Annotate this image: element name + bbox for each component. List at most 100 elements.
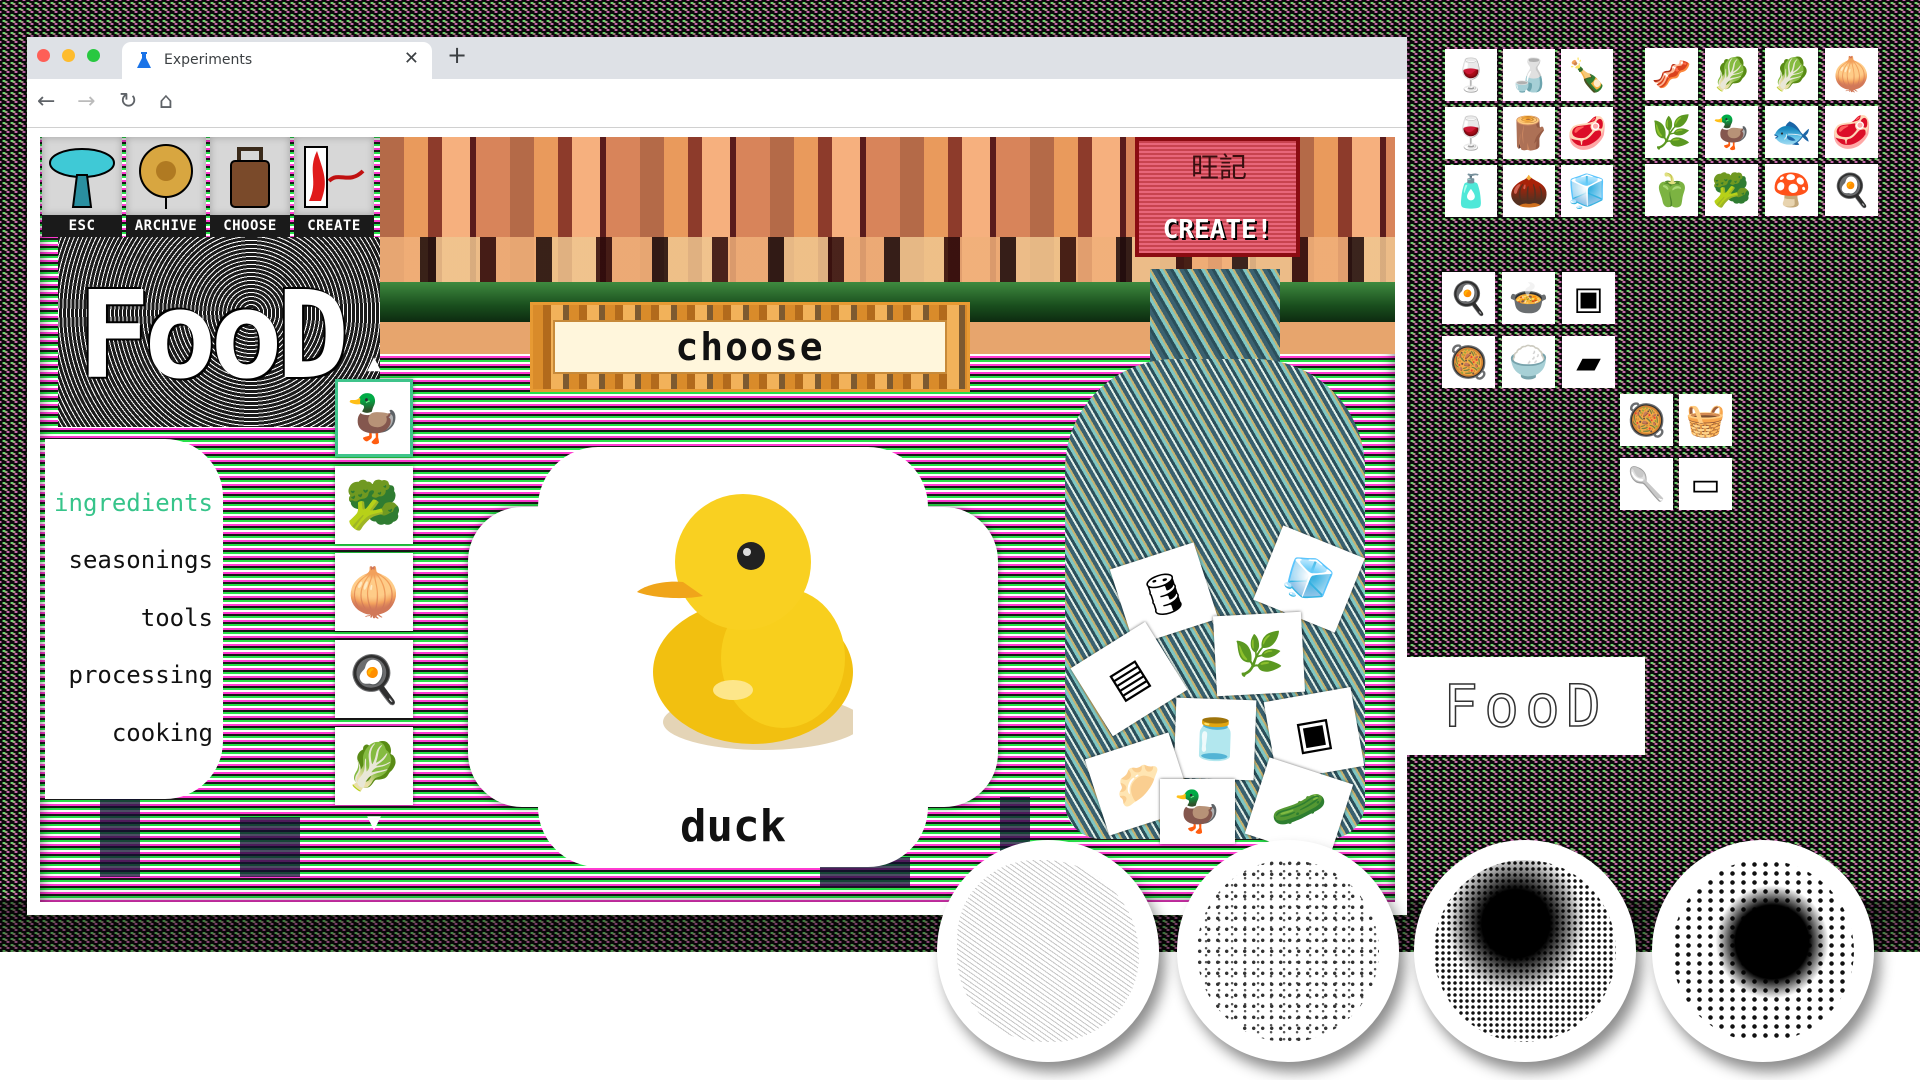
bottle-item-scallion[interactable]: 🌿 [1212,611,1306,697]
category-menu: ingredients seasonings tools processing … [45,439,223,799]
saucepan-icon: 🥘 [1626,401,1667,439]
asset-microwave[interactable]: ▭ [1679,458,1732,510]
thumbnail-fried-egg[interactable]: 🍳 [335,640,413,718]
bottle-item-sauce-jar[interactable]: 🫙 [1173,697,1257,781]
scroll-up-arrow-icon[interactable]: ▲ [330,355,418,373]
asset-grill-pan[interactable]: ▰ [1562,336,1615,388]
asset-fish[interactable]: 🐟 [1765,106,1818,158]
asset-mushroom[interactable]: 🍄 [1765,164,1818,216]
asset-clay-pot[interactable]: 🍲 [1502,272,1555,324]
menu-archive[interactable]: ARCHIVE [126,137,206,237]
cloves-icon: 🌰 [1509,172,1549,210]
thumbnail-onion[interactable]: 🧅 [335,553,413,631]
wok-icon: 🍳 [1448,279,1489,317]
thumbnail-broccoli[interactable]: 🥦 [335,466,413,544]
dark-vinegar-bottle-icon: 🍷 [1451,56,1491,94]
asset-rice-wine-bottle[interactable]: 🍶 [1503,49,1555,101]
thumbnail-bok-choy[interactable]: 🥬 [335,727,413,805]
minimize-window-button[interactable] [62,49,75,62]
menu-esc[interactable]: ESC [42,137,122,237]
asset-wok[interactable]: 🍳 [1442,272,1495,324]
sauce-jar-icon: 🫙 [1189,715,1241,764]
create-button[interactable]: 旺記 CREATE! [1135,137,1300,257]
asset-beef[interactable]: 🥩 [1825,106,1878,158]
duck-icon: 🦆 [1711,113,1752,151]
category-seasonings[interactable]: seasonings [69,546,214,574]
asset-fried-egg[interactable]: 🍳 [1825,164,1878,216]
fried-egg-icon: 🍳 [345,651,403,706]
forward-arrow-icon[interactable]: → [77,89,95,115]
asset-pork-belly[interactable]: 🥓 [1645,48,1698,100]
category-processing[interactable]: processing [69,661,214,689]
category-tools[interactable]: tools [141,604,213,632]
asset-bamboo-steamer[interactable]: 🧺 [1679,394,1732,446]
grill-pan-icon: ▰ [1576,343,1601,381]
duck-icon: 🦆 [1172,789,1223,835]
menu-archive-label: ARCHIVE [126,215,206,237]
red-flame-icon [304,146,365,208]
seal-characters: 旺記 [1190,151,1247,184]
menu-choose[interactable]: CHOOSE [210,137,290,237]
asset-red-pepper[interactable]: 🫑 [1645,164,1698,216]
reload-icon[interactable]: ↻ [119,89,137,115]
asset-cinnamon-sticks[interactable]: 🪵 [1503,107,1555,159]
bronze-bell-icon [230,147,270,208]
scroll-down-arrow-icon[interactable]: ▼ [330,814,418,832]
card-front: duck [538,447,928,867]
tab-experiments[interactable]: Experiments ✕ [122,42,432,79]
bottle-item-duck[interactable]: 🦆 [1160,779,1235,844]
asset-bok-choy[interactable]: 🥬 [1765,48,1818,100]
category-cooking[interactable]: cooking [112,719,213,747]
asset-soy-sauce-bottle[interactable]: 🍾 [1561,49,1613,101]
asset-pressure-cooker[interactable]: 🥘 [1442,336,1495,388]
texture-sample-1 [937,840,1159,1062]
thumbnail-duck[interactable]: 🦆 [335,379,413,457]
texture-sample-4 [1652,840,1874,1062]
pressure-cooker-icon: 🥘 [1448,343,1489,381]
mushroom-lamp-icon [49,148,115,208]
oven-icon: ▣ [1573,279,1604,317]
new-tab-button[interactable]: + [447,41,467,69]
asset-oven[interactable]: ▣ [1562,272,1615,324]
asset-duck[interactable]: 🦆 [1705,106,1758,158]
menu-create[interactable]: CREATE [294,137,374,237]
food-logo: FooD [78,267,349,406]
selected-item-label: duck [680,801,786,852]
create-button-label: CREATE! [1162,215,1273,245]
cooking-wine-bottle-icon: 🍷 [1451,114,1491,152]
seasonings-asset-grid: 🍷 🍶 🍾 🍷 🪵 🥩 🧴 🌰 🧊 [1445,49,1613,217]
asset-sugar-cubes[interactable]: 🧊 [1561,165,1613,217]
logo-sketch: FooD [1405,657,1645,755]
asset-sesame-oil-bottle[interactable]: 🧴 [1445,165,1497,217]
sesame-oil-bottle-icon: 🧴 [1451,172,1491,210]
onion-icon: 🧅 [1831,55,1872,93]
tab-bar: Experiments ✕ + [27,37,1407,79]
asset-rice-cooker[interactable]: 🍚 [1502,336,1555,388]
asset-skimmer-ladle[interactable]: 🥄 [1620,458,1673,510]
logo-sketch-text: FooD [1442,671,1607,741]
home-icon[interactable]: ⌂ [159,89,173,115]
asset-onion[interactable]: 🧅 [1825,48,1878,100]
category-ingredients[interactable]: ingredients [54,489,213,517]
asset-cooking-wine-bottle[interactable]: 🍷 [1445,107,1497,159]
clay-pot-icon: 🍲 [1508,279,1549,317]
texture-sample-2 [1177,840,1399,1062]
tools-extra-asset-grid: 🥘 🧺 🥄 ▭ [1620,394,1732,510]
mushroom-icon: 🍄 [1771,171,1812,209]
asset-lettuce[interactable]: 🥬 [1705,48,1758,100]
close-window-button[interactable] [37,49,50,62]
asset-cloves[interactable]: 🌰 [1503,165,1555,217]
asset-saucepan[interactable]: 🥘 [1620,394,1673,446]
close-tab-icon[interactable]: ✕ [404,48,419,69]
asset-broccoli[interactable]: 🥦 [1705,164,1758,216]
asset-celery[interactable]: 🌿 [1645,106,1698,158]
asset-dark-vinegar-bottle[interactable]: 🍷 [1445,49,1497,101]
creation-bottle: 🛢 🧊 ▤ 🌿 🫙 ▣ 🥟 🦆 🥒 [1065,269,1365,861]
asset-minced-meat-bowl[interactable]: 🥩 [1561,107,1613,159]
glitch-block [240,817,300,877]
rubber-duck-icon [637,494,853,750]
cinnamon-sticks-icon: 🪵 [1509,114,1549,152]
maximize-window-button[interactable] [87,49,100,62]
oven-icon: ▣ [1291,708,1337,760]
back-arrow-icon[interactable]: ← [37,89,55,115]
